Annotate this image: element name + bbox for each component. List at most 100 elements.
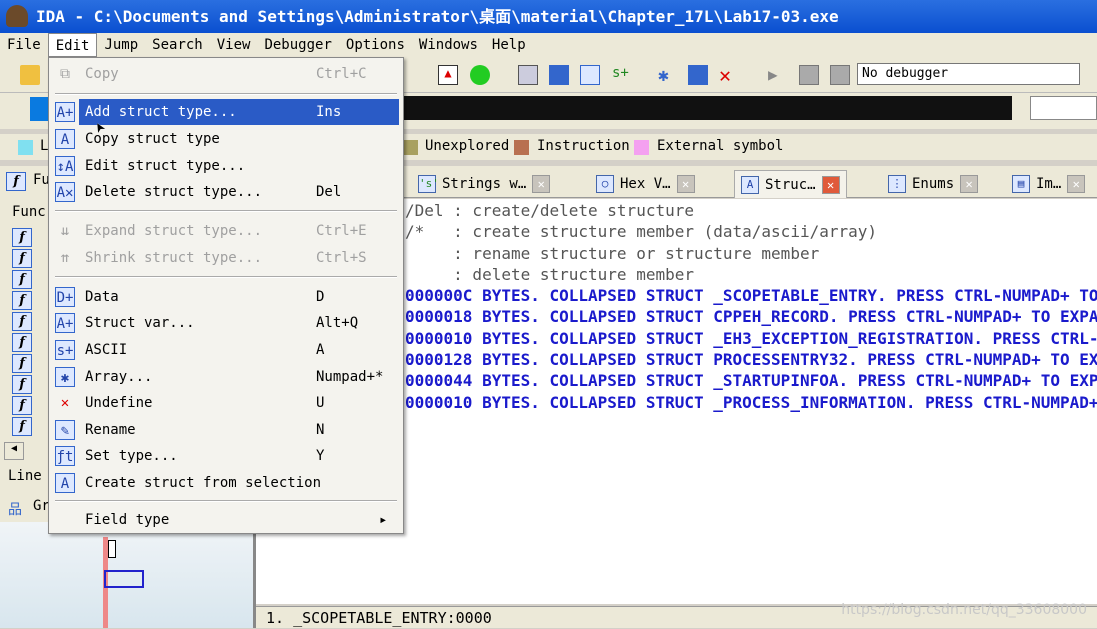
stop-icon[interactable]	[830, 65, 850, 85]
menu-item-shortcut: N	[316, 422, 325, 438]
scroll-left-button[interactable]: ◀	[4, 442, 24, 460]
menu-item-label: ASCII	[85, 342, 128, 358]
menu-edit[interactable]: Edit	[47, 33, 98, 57]
menu-item-edit-struct-type[interactable]: ↕A Edit struct type...	[49, 153, 403, 179]
menu-item-shortcut: Ctrl+S	[316, 250, 367, 266]
menu-debugger[interactable]: Debugger	[257, 33, 338, 57]
menu-file[interactable]: File	[0, 33, 48, 57]
menu-search[interactable]: Search	[145, 33, 210, 57]
undefine-icon[interactable]: ✕	[719, 65, 739, 85]
close-icon[interactable]: ✕	[1067, 175, 1086, 193]
menu-item-data[interactable]: D+ Data D	[49, 284, 403, 310]
menu-item-label: Data	[85, 289, 119, 305]
menu-view[interactable]: View	[210, 33, 258, 57]
menu-item-label: Array...	[85, 369, 153, 385]
menu-item-label: Create struct from selection	[85, 475, 322, 491]
menu-item-shortcut: Ins	[316, 104, 342, 120]
delete-struct-icon: A✕	[55, 182, 75, 202]
code-icon[interactable]	[518, 65, 538, 85]
menu-help[interactable]: Help	[485, 33, 533, 57]
menu-separator	[55, 93, 397, 95]
array-icon[interactable]: ✱	[658, 65, 678, 86]
function-icon[interactable]: f	[12, 249, 32, 268]
hex-icon: ○	[596, 175, 614, 193]
menu-item-field-type[interactable]: Field type ▸	[49, 507, 403, 533]
help-line: /Del : create/delete structure	[405, 201, 694, 220]
data-icon[interactable]	[549, 65, 569, 85]
tab-imports[interactable]: ▤ Im… ✕	[1006, 170, 1091, 198]
menu-item-label: Field type	[85, 512, 170, 528]
menu-item-shortcut: Del	[316, 184, 342, 200]
struct-line[interactable]: 0000018 BYTES. COLLAPSED STRUCT CPPEH_RE…	[405, 306, 1097, 327]
copy-struct-icon: A	[55, 129, 75, 149]
rename-icon[interactable]	[688, 65, 708, 85]
ascii-icon[interactable]: s+	[612, 65, 632, 85]
play-icon[interactable]: ▶	[768, 65, 788, 85]
menu-item-shortcut: D	[316, 289, 325, 305]
navigation-bar[interactable]	[400, 96, 1012, 120]
menu-item-rename[interactable]: ✎ Rename N	[49, 417, 403, 443]
function-icon[interactable]: f	[12, 417, 32, 436]
open-folder-icon[interactable]	[20, 65, 40, 85]
menu-item-shortcut: Numpad+*	[316, 369, 384, 385]
set-type-icon: ƒt	[55, 446, 75, 466]
nav-color-block	[30, 97, 50, 121]
graph-node-selected	[104, 570, 144, 588]
struct-var-icon[interactable]	[580, 65, 600, 85]
nav-input[interactable]	[1030, 96, 1097, 120]
function-icon[interactable]: f	[12, 375, 32, 394]
debugger-select[interactable]: No debugger	[857, 63, 1080, 85]
menu-item-label: Delete struct type...	[85, 184, 263, 200]
undefine-icon: ✕	[60, 395, 70, 411]
close-icon[interactable]: ✕	[960, 175, 979, 193]
close-icon[interactable]: ✕	[821, 175, 840, 194]
menu-item-array[interactable]: ✱ Array... Numpad+*	[49, 364, 403, 390]
function-icon[interactable]: f	[12, 291, 32, 310]
run-green-icon[interactable]	[470, 65, 490, 85]
struct-line[interactable]: 000000C BYTES. COLLAPSED STRUCT _SCOPETA…	[405, 285, 1097, 306]
struct-line[interactable]: 0000044 BYTES. COLLAPSED STRUCT _STARTUP…	[405, 370, 1097, 391]
pause-icon[interactable]	[799, 65, 819, 85]
struct-line[interactable]: 0000010 BYTES. COLLAPSED STRUCT _EH3_EXC…	[405, 328, 1097, 349]
menu-separator	[55, 500, 397, 502]
menu-item-label: Expand struct type...	[85, 223, 263, 239]
function-icon[interactable]: f	[12, 270, 32, 289]
tab-structures[interactable]: A Struc… ✕	[734, 170, 847, 198]
function-icon[interactable]: f	[12, 312, 32, 331]
menu-windows[interactable]: Windows	[412, 33, 485, 57]
functions-header: Func	[12, 204, 46, 220]
shrink-icon: ⇈	[60, 250, 70, 266]
close-icon[interactable]: ✕	[676, 175, 695, 193]
app-icon	[6, 5, 28, 27]
close-icon[interactable]: ✕	[532, 175, 551, 193]
function-icon[interactable]: f	[12, 396, 32, 415]
warning-icon[interactable]: ▲	[438, 65, 458, 85]
menu-jump[interactable]: Jump	[97, 33, 145, 57]
tab-enums[interactable]: ⋮ Enums ✕	[882, 170, 984, 198]
imports-icon: ▤	[1012, 175, 1030, 193]
menu-item-ascii[interactable]: s+ ASCII A	[49, 337, 403, 363]
menu-item-shortcut: U	[316, 395, 325, 411]
menu-item-struct-var[interactable]: A+ Struct var... Alt+Q	[49, 310, 403, 336]
graph-overview[interactable]	[0, 522, 253, 628]
menu-item-label: Copy	[85, 66, 119, 82]
menu-item-label: Rename	[85, 422, 136, 438]
menu-item-undefine[interactable]: ✕ Undefine U	[49, 390, 403, 416]
menu-item-delete-struct-type[interactable]: A✕ Delete struct type... Del	[49, 179, 403, 205]
struct-line[interactable]: 0000128 BYTES. COLLAPSED STRUCT PROCESSE…	[405, 349, 1097, 370]
help-line: /* : create structure member (data/ascii…	[405, 222, 878, 242]
function-icon[interactable]: f	[12, 228, 32, 247]
menu-item-create-struct-from-selection[interactable]: A Create struct from selection	[49, 470, 403, 496]
menu-options[interactable]: Options	[339, 33, 412, 57]
menu-bar: File Edit Jump Search View Debugger Opti…	[0, 33, 1097, 57]
struct-line[interactable]: 0000010 BYTES. COLLAPSED STRUCT _PROCESS…	[405, 392, 1097, 413]
tab-strings[interactable]: 's' Strings w… ✕	[412, 170, 556, 198]
menu-item-set-type[interactable]: ƒt Set type... Y	[49, 443, 403, 469]
menu-item-label: Undefine	[85, 395, 153, 411]
tab-hex-view[interactable]: ○ Hex V… ✕	[590, 170, 701, 198]
rename-icon: ✎	[55, 420, 75, 440]
ascii-icon: s+	[55, 340, 75, 360]
tab-bar: 's' Strings w… ✕ ○ Hex V… ✕ A Struc… ✕ ⋮ Enums ✕…	[400, 166, 1097, 198]
function-icon[interactable]: f	[12, 333, 32, 352]
function-icon[interactable]: f	[12, 354, 32, 373]
